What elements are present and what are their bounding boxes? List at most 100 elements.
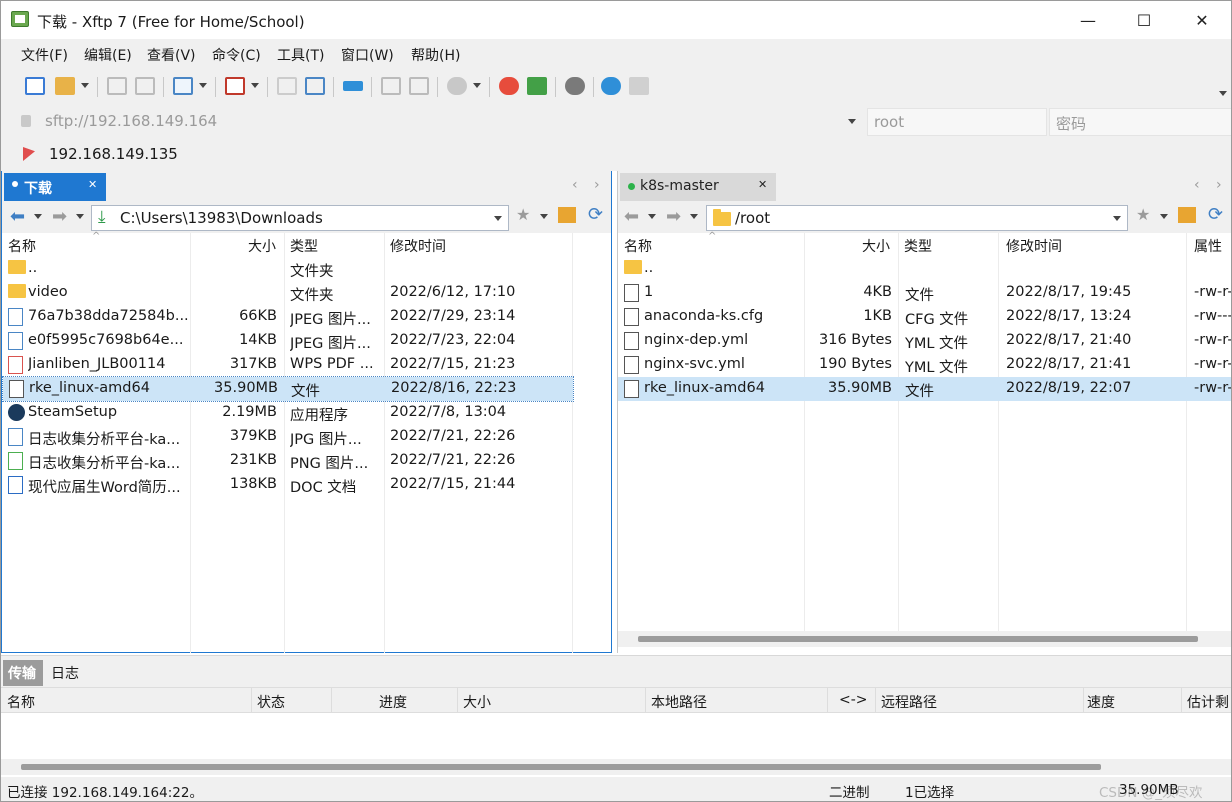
col-attr[interactable]: 属性 — [1194, 236, 1222, 256]
bookmark-star-icon[interactable]: ★ — [516, 205, 530, 224]
tab-local-downloads[interactable]: 下载 ✕ — [4, 173, 106, 201]
file-row[interactable]: 日志收集分析平台-ka... 231KB PNG 图片... 2022/7/21, 2… — [2, 449, 611, 473]
chevron-down-icon[interactable] — [848, 119, 856, 124]
open-folder-icon[interactable] — [55, 77, 75, 95]
properties-icon[interactable] — [173, 77, 193, 95]
file-row[interactable]: nginx-dep.yml 316 Bytes YML 文件 2022/8/17, 2… — [618, 329, 1231, 353]
col-name[interactable]: 名称 — [624, 236, 652, 256]
chevron-down-icon[interactable] — [1113, 216, 1121, 221]
globe-icon[interactable] — [447, 77, 467, 95]
sync-icon[interactable] — [343, 81, 363, 91]
chat-icon[interactable] — [629, 77, 649, 95]
tab-scroll-right-icon[interactable]: › — [594, 177, 600, 193]
menu-window[interactable]: 窗口(W) — [341, 45, 394, 65]
chevron-down-icon[interactable] — [81, 83, 89, 88]
chevron-down-icon[interactable] — [76, 214, 84, 219]
menu-view[interactable]: 查看(V) — [147, 45, 196, 65]
col-speed[interactable]: 速度 — [1087, 692, 1115, 712]
local-path-input[interactable]: ⤓ C:\Users\13983\Downloads — [91, 205, 509, 231]
back-arrow-icon[interactable]: ⬅ — [10, 206, 25, 227]
toolbar-overflow-icon[interactable] — [1219, 91, 1227, 96]
file-row[interactable]: rke_linux-amd64 35.90MB 文件 2022/8/19, 22:07… — [618, 377, 1231, 401]
col-modified[interactable]: 修改时间 — [1006, 236, 1062, 256]
col-modified[interactable]: 修改时间 — [390, 236, 446, 256]
scrollbar-thumb[interactable] — [21, 764, 1101, 770]
col-type[interactable]: 类型 — [290, 236, 318, 256]
forward-arrow-icon[interactable]: ➡ — [52, 206, 67, 227]
col-status[interactable]: 状态 — [257, 692, 285, 712]
chevron-down-icon[interactable] — [540, 214, 548, 219]
tab-scroll-left-icon[interactable]: ‹ — [572, 177, 578, 193]
close-tab-icon[interactable]: ✕ — [758, 178, 767, 191]
chevron-down-icon[interactable] — [199, 83, 207, 88]
menu-tools[interactable]: 工具(T) — [277, 45, 324, 65]
maximize-button[interactable]: ☐ — [1115, 1, 1173, 39]
file-row[interactable]: 1 4KB 文件 2022/8/17, 19:45 -rw-r- — [618, 281, 1231, 305]
chevron-down-icon[interactable] — [648, 214, 656, 219]
scrollbar-thumb[interactable] — [638, 636, 1198, 642]
transfer-h-scrollbar[interactable] — [1, 759, 1231, 775]
username-input[interactable]: root — [867, 108, 1047, 136]
download-icon[interactable] — [305, 77, 325, 95]
close-button[interactable]: ✕ — [1173, 1, 1231, 39]
file-row[interactable]: Jianliben_JLB00114 317KB WPS PDF ... 2022/7… — [2, 353, 611, 377]
remote-h-scrollbar[interactable] — [618, 631, 1231, 647]
col-size[interactable]: 大小 — [862, 236, 890, 256]
menu-edit[interactable]: 编辑(E) — [84, 45, 132, 65]
quick-link-host[interactable]: 192.168.149.135 — [49, 145, 178, 163]
file-row[interactable]: 76a7b38dda72584b... 66KB JPEG 图片... 2022/7/… — [2, 305, 611, 329]
file-row[interactable]: 现代应届生Word简历... 138KB DOC 文档 2022/7/15, 21:4… — [2, 473, 611, 497]
home-folder-icon[interactable] — [558, 207, 576, 223]
tab-transfer[interactable]: 传输 — [3, 660, 43, 686]
close-tab-icon[interactable]: ✕ — [88, 178, 97, 191]
upload-icon[interactable] — [277, 77, 297, 95]
chevron-down-icon[interactable] — [251, 83, 259, 88]
disconnect-icon[interactable] — [135, 77, 155, 95]
connect-icon[interactable] — [107, 77, 127, 95]
col-size[interactable]: 大小 — [463, 692, 491, 712]
file-row[interactable]: .. — [618, 257, 1231, 281]
col-size[interactable]: 大小 — [248, 236, 276, 256]
chevron-down-icon[interactable] — [494, 216, 502, 221]
file-row[interactable]: rke_linux-amd64 35.90MB 文件 2022/8/16, 22:23 — [2, 376, 574, 402]
remote-path-input[interactable]: /root — [706, 205, 1128, 231]
chevron-down-icon[interactable] — [34, 214, 42, 219]
file-row[interactable]: e0f5995c7698b64e... 14KB JPEG 图片... 2022/7/… — [2, 329, 611, 353]
back-arrow-icon[interactable]: ⬅ — [624, 206, 639, 227]
col-name[interactable]: 名称 — [7, 692, 35, 712]
paste-icon[interactable] — [409, 77, 429, 95]
chevron-down-icon[interactable] — [473, 83, 481, 88]
col-type[interactable]: 类型 — [904, 236, 932, 256]
copy-icon[interactable] — [381, 77, 401, 95]
col-name[interactable]: 名称 — [8, 236, 36, 256]
transfer-mode[interactable]: 二进制 — [829, 781, 870, 801]
file-row[interactable]: 日志收集分析平台-ka... 379KB JPG 图片... 2022/7/21, 2… — [2, 425, 611, 449]
xftp-icon[interactable] — [527, 77, 547, 95]
col-progress[interactable]: 进度 — [379, 692, 407, 712]
col-eta[interactable]: 估计剩 — [1187, 692, 1229, 712]
refresh-icon[interactable]: ⟳ — [1208, 204, 1223, 225]
home-folder-icon[interactable] — [1178, 207, 1196, 223]
file-row[interactable]: nginx-svc.yml 190 Bytes YML 文件 2022/8/17, 2… — [618, 353, 1231, 377]
tab-scroll-left-icon[interactable]: ‹ — [1194, 177, 1200, 193]
col-local-path[interactable]: 本地路径 — [651, 692, 707, 712]
file-row[interactable]: video 文件夹 2022/6/12, 17:10 — [2, 281, 611, 305]
menu-file[interactable]: 文件(F) — [21, 45, 68, 65]
terminal-icon[interactable] — [225, 77, 245, 95]
chevron-down-icon[interactable] — [1160, 214, 1168, 219]
chevron-down-icon[interactable] — [690, 214, 698, 219]
file-row[interactable]: SteamSetup 2.19MB 应用程序 2022/7/8, 13:04 — [2, 401, 611, 425]
menu-help[interactable]: 帮助(H) — [411, 45, 460, 65]
forward-arrow-icon[interactable]: ➡ — [666, 206, 681, 227]
bookmark-star-icon[interactable]: ★ — [1136, 205, 1150, 224]
tab-scroll-right-icon[interactable]: › — [1216, 177, 1222, 193]
tab-log[interactable]: 日志 — [51, 663, 79, 683]
help-icon[interactable] — [601, 77, 621, 95]
file-row[interactable]: .. 文件夹 — [2, 257, 611, 281]
menu-command[interactable]: 命令(C) — [212, 45, 261, 65]
host-input[interactable]: sftp://192.168.149.164 — [39, 108, 865, 136]
password-input[interactable]: 密码 — [1049, 108, 1231, 136]
xshell-icon[interactable] — [499, 77, 519, 95]
file-row[interactable]: anaconda-ks.cfg 1KB CFG 文件 2022/8/17, 13:24… — [618, 305, 1231, 329]
col-direction[interactable]: <-> — [839, 692, 868, 708]
